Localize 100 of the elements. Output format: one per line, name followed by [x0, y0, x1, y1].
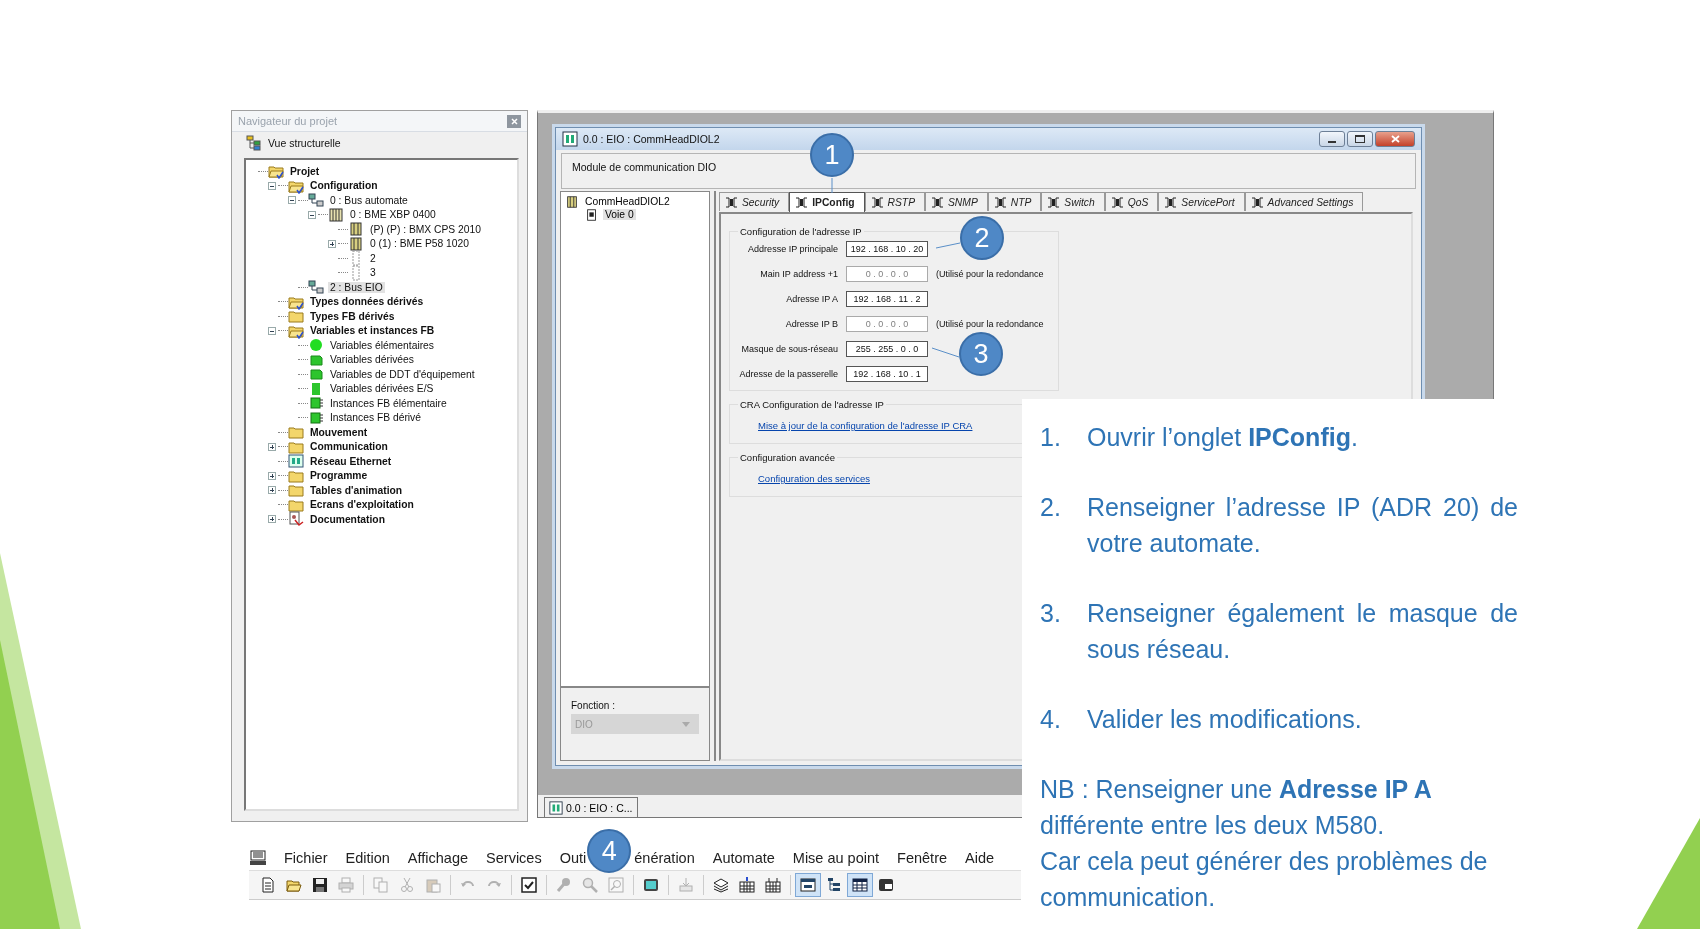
expander-toggle[interactable] — [268, 326, 276, 335]
close-button[interactable] — [507, 114, 521, 128]
field-label: Adresse de la passerelle — [738, 369, 838, 379]
menu-item[interactable]: énération — [634, 850, 695, 866]
expander-toggle[interactable] — [268, 515, 276, 524]
document-tab[interactable]: 0.0 : EIO : C... — [544, 797, 638, 817]
field-label: Main IP address +1 — [759, 269, 838, 279]
expander-toggle[interactable] — [268, 442, 276, 451]
rounded-shape-icon — [308, 366, 324, 383]
expander-toggle[interactable] — [328, 239, 336, 248]
module-icon — [562, 131, 578, 147]
link[interactable]: Mise à jour de la configuration de l'adresse IP CRA — [758, 420, 973, 431]
tree-item[interactable]: Instances FB élémentaire — [328, 397, 449, 409]
window-button[interactable] — [795, 873, 821, 897]
field-label: Adresse IP A — [785, 294, 838, 304]
close-button[interactable] — [1375, 131, 1415, 147]
panel-title: Navigateur du projet — [238, 115, 338, 127]
tab[interactable]: ServicePort — [1158, 192, 1245, 211]
tree-item[interactable]: Variables et instances FB — [308, 325, 437, 337]
bracket-icon — [795, 197, 809, 208]
tree-item[interactable]: 2 — [368, 252, 378, 264]
export-icon — [678, 877, 694, 893]
step-text: Renseigner l’adresse IP (ADR 20) de votre automate. — [1087, 492, 1518, 559]
expander-toggle[interactable] — [268, 486, 276, 495]
tree-item[interactable]: Projet — [288, 165, 322, 177]
tree-item[interactable]: Types FB dérivés — [308, 310, 397, 322]
tab[interactable]: NTP — [987, 192, 1042, 211]
tree-item[interactable]: Variables dérivées — [328, 354, 416, 366]
tree-item[interactable]: Documentation — [308, 513, 387, 525]
module-icon — [348, 235, 364, 252]
link[interactable]: Configuration des services — [758, 473, 870, 484]
menu-item[interactable]: Affichage — [407, 850, 469, 866]
menu-item[interactable]: Fenêtre — [897, 850, 948, 866]
tree-structure-icon — [246, 135, 262, 151]
menu-item[interactable]: Outi — [559, 850, 587, 866]
menu-item[interactable]: Fichier — [284, 850, 328, 866]
menu-item[interactable]: Automate — [712, 850, 775, 866]
tree-item[interactable]: CommHeadDIOL2 — [583, 196, 672, 207]
step-text: Renseigner également le masque de sous réseau. — [1087, 598, 1518, 665]
minimize-button[interactable] — [1319, 131, 1345, 147]
tree-item[interactable]: Mouvement — [308, 426, 370, 438]
open-folder-icon — [286, 877, 302, 893]
grid-icon — [765, 877, 781, 893]
tree-item[interactable]: 0 (1) : BME P58 1020 — [368, 238, 472, 250]
tree-item[interactable]: Instances FB dérivé — [328, 412, 423, 424]
tab[interactable]: Switch — [1041, 192, 1105, 211]
tree-item[interactable]: Programme — [308, 470, 370, 482]
menu-item[interactable]: Services — [486, 850, 542, 866]
monitor-icon — [643, 877, 659, 893]
folder-icon — [288, 308, 304, 325]
tree-item[interactable]: Variables de DDT d'équipement — [328, 368, 477, 380]
tab[interactable]: Security — [719, 192, 790, 211]
field-note: (Utilisé pour la redondance — [936, 319, 1044, 329]
ip-address-field[interactable]: 255 . 255 . 0 . 0 — [846, 341, 928, 357]
tree-item[interactable]: Voie 0 — [603, 209, 636, 220]
tree-item[interactable]: 3 — [368, 267, 378, 279]
printer-icon — [338, 877, 354, 893]
tab[interactable]: RSTP — [864, 192, 925, 211]
tab[interactable]: QoS — [1104, 192, 1159, 211]
tree-item[interactable]: Ecrans d'exploitation — [308, 499, 416, 511]
tree-item[interactable]: 0 : BME XBP 0400 — [348, 209, 438, 221]
tree-item[interactable]: Configuration — [308, 180, 380, 192]
tab[interactable]: SNMP — [925, 192, 988, 211]
group-title: Configuration de l'adresse IP — [739, 226, 863, 237]
tree-item[interactable]: (P) (P) : BMX CPS 2010 — [368, 223, 483, 235]
tab[interactable]: Advanced Settings — [1244, 192, 1364, 211]
ip-address-field[interactable]: 192 . 168 . 10 . 20 — [846, 241, 928, 257]
expander-toggle[interactable] — [288, 196, 296, 205]
bracket-icon — [1047, 196, 1061, 208]
field-label: Fonction : — [571, 700, 616, 711]
note-text: Car cela peut générer des problèmes de communication. — [1040, 846, 1489, 913]
function-block-icon — [308, 409, 324, 426]
menu-item[interactable]: Aide — [965, 850, 995, 866]
ip-address-field[interactable]: 192 . 168 . 11 . 2 — [846, 291, 928, 307]
card-icon — [878, 877, 894, 893]
tree-item[interactable]: Communication — [308, 441, 390, 453]
menu-item[interactable]: Edition — [345, 850, 390, 866]
function-block-icon — [308, 395, 324, 412]
tree-item[interactable]: Types données dérivés — [308, 296, 426, 308]
tree-item[interactable]: 0 : Bus automate — [328, 194, 410, 206]
tree-item[interactable]: Variables dérivées E/S — [328, 383, 436, 395]
tree-item[interactable]: 2 : Bus EIO — [328, 281, 385, 293]
field-label: Masque de sous-réseau — [740, 344, 838, 354]
expander-toggle[interactable] — [308, 210, 316, 219]
tree-icon — [826, 877, 842, 893]
expander-toggle[interactable] — [268, 471, 276, 480]
maximize-button[interactable] — [1347, 131, 1373, 147]
module-icon — [565, 194, 579, 209]
expander-toggle[interactable] — [268, 181, 276, 190]
tab[interactable]: IPConfig — [789, 192, 865, 212]
rack-icon — [328, 206, 344, 223]
leader-line — [831, 177, 833, 194]
window-icon — [800, 877, 816, 893]
network-icon — [288, 453, 304, 470]
tree-item[interactable]: Réseau Ethernet — [308, 455, 394, 467]
tree-item[interactable]: Variables élémentaires — [328, 339, 436, 351]
table-button[interactable] — [847, 873, 873, 897]
menu-item[interactable]: Mise au point — [792, 850, 880, 866]
ip-address-field[interactable]: 192 . 168 . 10 . 1 — [846, 366, 928, 382]
tree-item[interactable]: Tables d'animation — [308, 484, 405, 496]
